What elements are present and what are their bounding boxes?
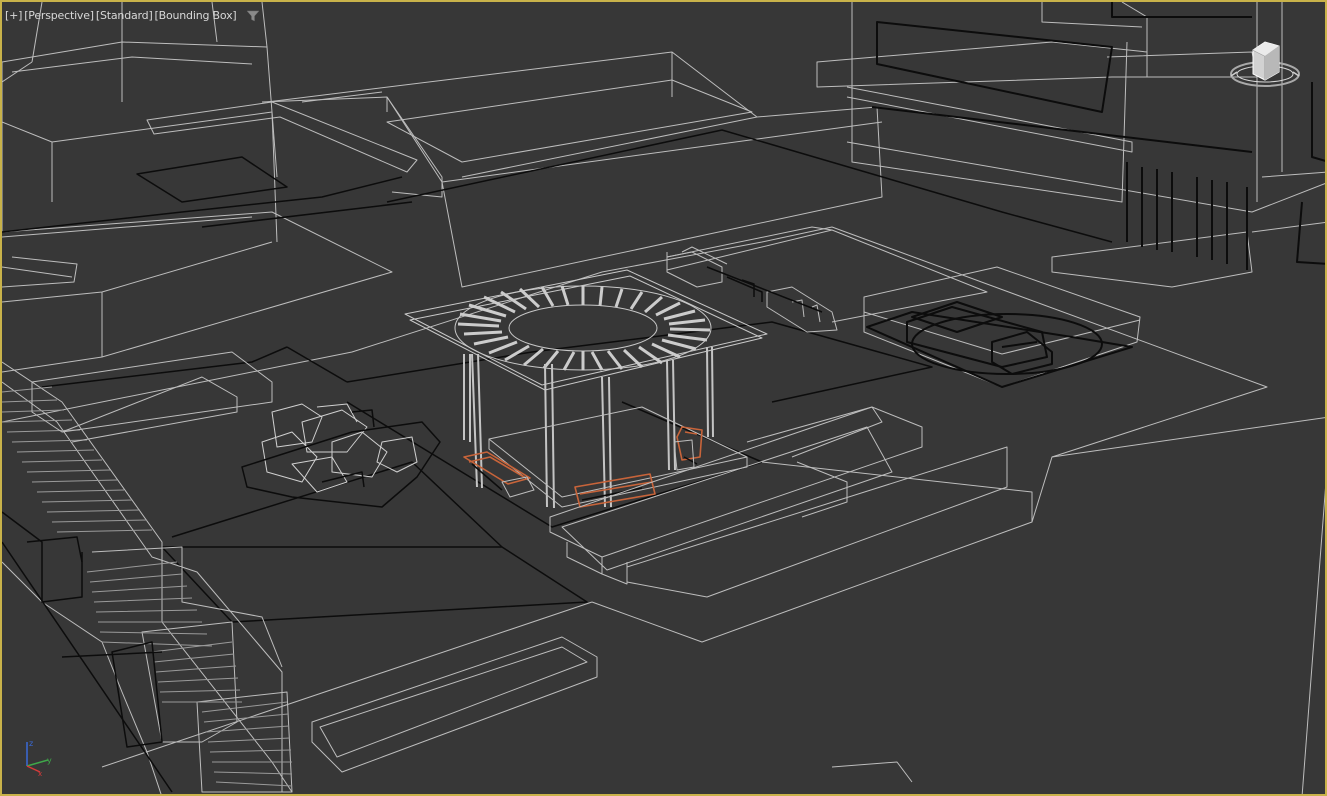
wireframe-scene[interactable] [2, 2, 1327, 796]
staircase-left [2, 361, 293, 794]
axis-y-label: y [47, 756, 52, 765]
fence-dark [706, 266, 823, 313]
building-back-center [266, 51, 883, 288]
perspective-viewport[interactable]: [+] [Perspective] [Standard] [Bounding B… [0, 0, 1327, 796]
fence-posts [666, 246, 838, 333]
stair-steps [2, 386, 293, 787]
viewport-shading-menu[interactable]: [Standard] [95, 9, 154, 22]
planter-front [311, 406, 1033, 773]
beam-left [146, 91, 443, 198]
ground-slab-left [2, 111, 393, 373]
viewport-label-menu: [+] [Perspective] [Standard] [Bounding B… [4, 9, 260, 22]
shrub-cluster [261, 403, 418, 493]
axis-z-label: z [29, 739, 33, 748]
viewport-point-of-view-menu[interactable]: [Perspective] [23, 9, 95, 22]
viewport-display-menu[interactable]: [Bounding Box] [154, 9, 238, 22]
viewport-general-menu[interactable]: [+] [4, 9, 23, 22]
dark-line-back [201, 129, 1113, 243]
misc-lines [2, 216, 273, 443]
shrub-dark [241, 409, 441, 508]
vehicle-dark [866, 301, 1133, 388]
building-back-left [2, 2, 278, 232]
bench-frames [501, 439, 695, 498]
axis-x-label: x [38, 770, 42, 776]
viewcube-icon[interactable] [1229, 36, 1307, 98]
axis-tripod-icon: z y x [26, 739, 52, 776]
filter-icon[interactable] [245, 10, 260, 22]
